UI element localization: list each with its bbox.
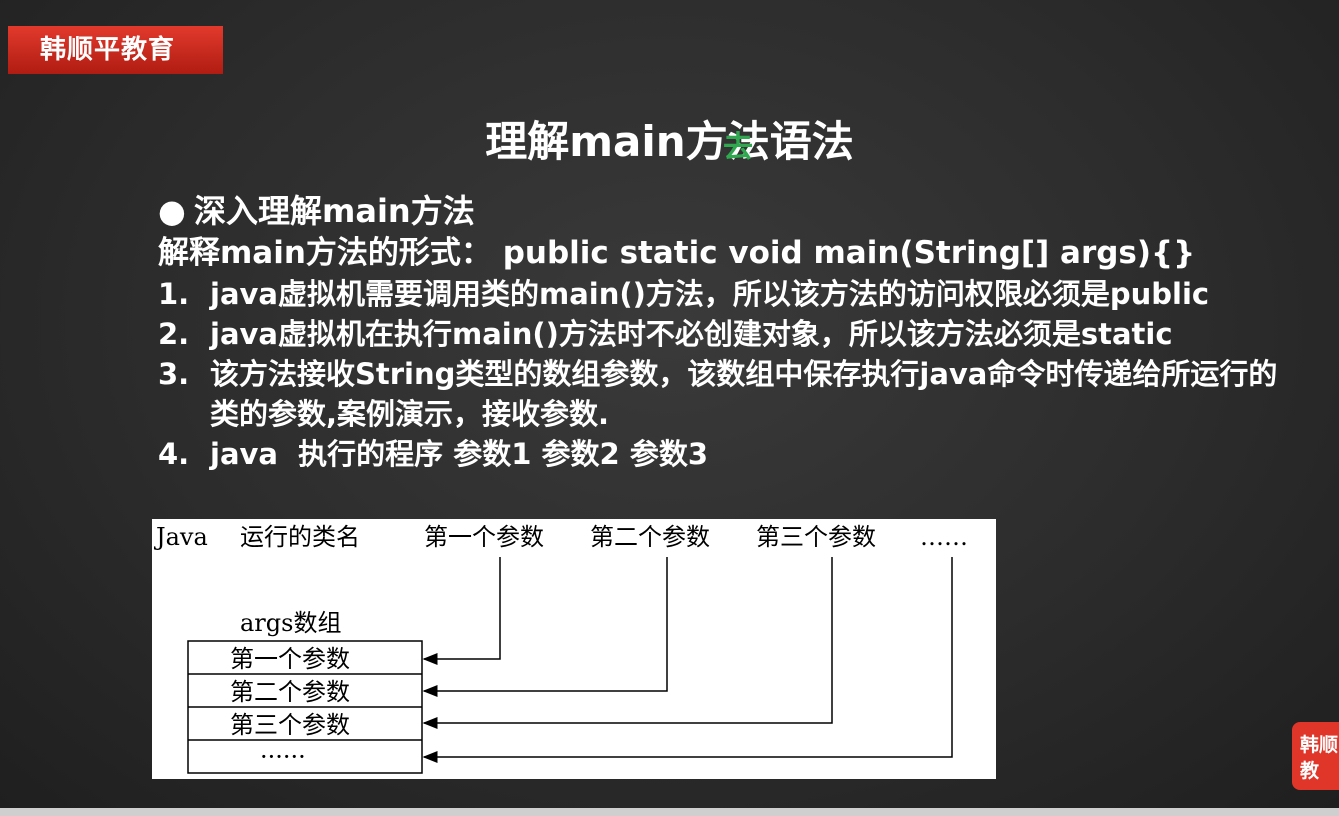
header-arg-1: 第一个参数: [424, 523, 544, 551]
header-classname: 运行的类名: [240, 523, 360, 551]
item-number: 3.: [158, 357, 190, 391]
slide-title: 理解main方法语法: [485, 117, 854, 166]
slide-content: ● 深入理解main方法 解释main方法的形式： public static v…: [158, 190, 1328, 474]
header-arg-2: 第二个参数: [590, 523, 710, 551]
header-arg-more: ……: [920, 523, 968, 551]
array-cell-3: 第三个参数: [230, 711, 350, 739]
header-java: Java: [153, 523, 208, 551]
list-item: 1. java虚拟机需要调用类的main()方法，所以该方法的访问权限必须是pu…: [158, 274, 1328, 314]
array-cell-1: 第一个参数: [230, 645, 350, 673]
item-text: java虚拟机在执行main()方法时不必创建对象，所以该方法必须是static: [210, 317, 1173, 351]
header-arg-3: 第三个参数: [756, 523, 876, 551]
item-number: 4.: [158, 437, 190, 471]
array-label: args数组: [240, 609, 341, 637]
bullet-dot-icon: ●: [158, 192, 186, 230]
form-line: 解释main方法的形式： public static void main(Str…: [158, 235, 1196, 271]
side-logo: 韩顺 教: [1292, 722, 1339, 790]
bullet-text: 深入理解main方法: [194, 192, 475, 230]
side-logo-line1: 韩顺: [1300, 734, 1339, 756]
list-item: 2. java虚拟机在执行main()方法时不必创建对象，所以该方法必须是sta…: [158, 314, 1328, 354]
list-item: 3. 该方法接收String类型的数组参数，该数组中保存执行java命令时传递给…: [158, 354, 1328, 434]
array-cell-2: 第二个参数: [230, 678, 350, 706]
item-number: 1.: [158, 277, 190, 311]
arrow-arg-more: [422, 557, 953, 763]
item-number: 2.: [158, 317, 190, 351]
cursor-highlight-glyph: 去: [723, 130, 753, 165]
brand-logo: 韩顺平教育: [8, 26, 223, 74]
array-cell-4: ······: [260, 743, 306, 771]
arrow-arg-3: [422, 557, 833, 729]
arrow-arg-1: [422, 557, 501, 665]
item-text: 该方法接收String类型的数组参数，该数组中保存执行java命令时传递给所运行…: [210, 357, 1278, 431]
item-text: java虚拟机需要调用类的main()方法，所以该方法的访问权限必须是publi…: [210, 277, 1210, 311]
side-logo-line2: 教: [1300, 760, 1320, 782]
bullet-heading: ● 深入理解main方法: [158, 190, 1328, 232]
item-text: java 执行的程序 参数1 参数2 参数3: [210, 437, 708, 471]
args-diagram-svg: Java 运行的类名 第一个参数 第二个参数 第三个参数 …… args数组 第…: [153, 523, 968, 774]
arrow-arg-2: [422, 557, 668, 697]
args-diagram: Java 运行的类名 第一个参数 第二个参数 第三个参数 …… args数组 第…: [152, 519, 996, 779]
list-item: 4. java 执行的程序 参数1 参数2 参数3: [158, 434, 1328, 474]
slide: 韩顺平教育 理解main方法语法 去 ● 深入理解main方法 解释main方法的…: [0, 0, 1339, 808]
bottom-strip: [0, 808, 1339, 816]
